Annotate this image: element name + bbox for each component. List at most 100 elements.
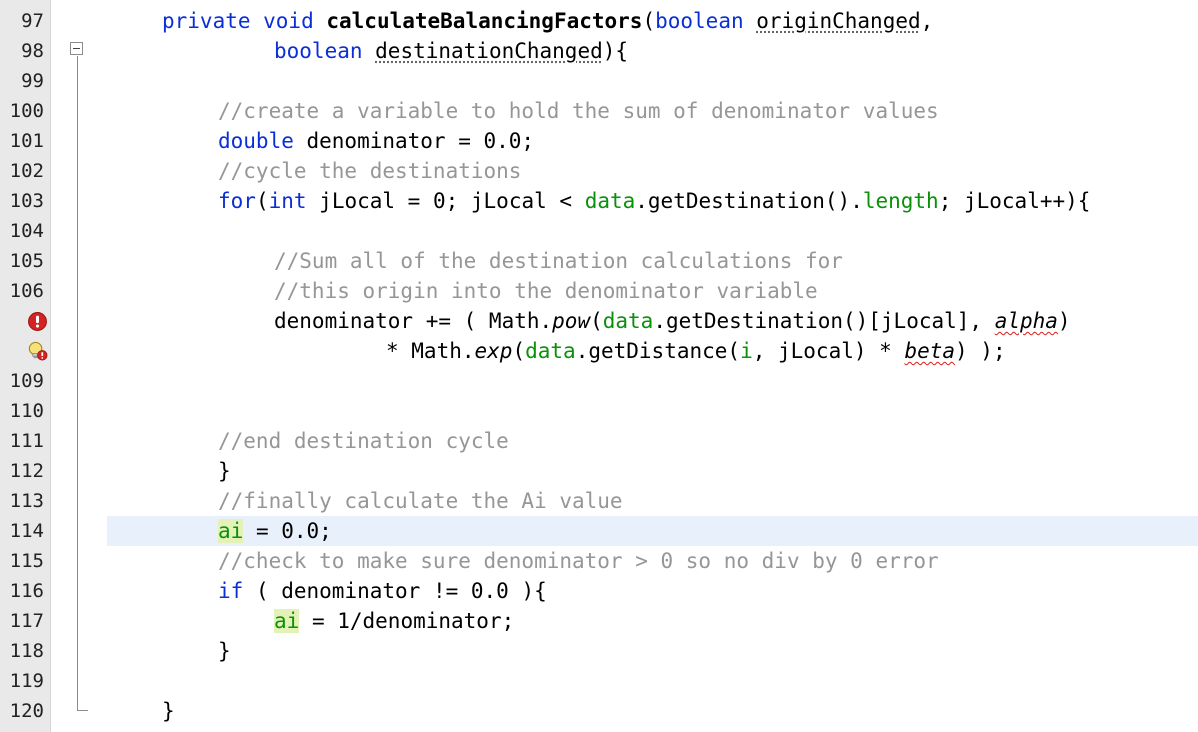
code-text: = 0.0; <box>243 519 332 543</box>
keyword: if <box>218 579 244 603</box>
line-number: 109 <box>9 370 44 392</box>
code-line-111[interactable]: 111 //end destination cycle <box>0 426 1198 456</box>
punct: ){ <box>602 39 629 63</box>
code-text: jLocal = 0; jLocal < <box>306 189 585 213</box>
method-call: pow <box>552 309 591 333</box>
code-line-106[interactable]: 106 //this origin into the denominator v… <box>0 276 1198 306</box>
line-number: 105 <box>9 250 44 272</box>
field-ref: data <box>602 309 654 333</box>
keyword: boolean <box>655 9 757 33</box>
code-text: .getDistance( <box>575 339 741 363</box>
code-line-99[interactable]: 99 <box>0 66 1198 96</box>
line-code: ai = 0.0; <box>218 516 332 546</box>
line-code: private void calculateBalancingFactors(b… <box>162 6 933 36</box>
code-line-105[interactable]: 105 //Sum all of the destination calcula… <box>0 246 1198 276</box>
code-line-120[interactable]: 120 } <box>0 696 1198 726</box>
code-line-102[interactable]: 102 //cycle the destinations <box>0 156 1198 186</box>
code-text: denominator = 0.0; <box>293 129 535 153</box>
line-number: 100 <box>9 100 44 122</box>
line-code: double denominator = 0.0; <box>218 126 534 156</box>
code-line-100[interactable]: 100 //create a variable to hold the sum … <box>0 96 1198 126</box>
code-text: ( <box>512 339 526 363</box>
code-line-97[interactable]: 97 private void calculateBalancingFactor… <box>0 6 1198 36</box>
line-number: 99 <box>21 70 44 92</box>
code-line-107[interactable]: denominator += ( Math.pow(data.getDestin… <box>0 306 1198 336</box>
code-line-104[interactable]: 104 <box>0 216 1198 246</box>
code-line-110[interactable]: 110 <box>0 396 1198 426</box>
code-line-118[interactable]: 118 } <box>0 636 1198 666</box>
line-number: 115 <box>9 550 44 572</box>
code-line-116[interactable]: 116 if ( denominator != 0.0 ){ <box>0 576 1198 606</box>
code-text: } <box>162 699 175 723</box>
code-line-101[interactable]: 101 double denominator = 0.0; <box>0 126 1198 156</box>
comment: //this origin into the denominator varia… <box>274 279 818 303</box>
comment: //check to make sure denominator > 0 so … <box>218 549 939 573</box>
unused-param: originChanged <box>756 9 921 33</box>
code-text: .getDestination(). <box>635 189 863 213</box>
code-text: ( <box>255 189 269 213</box>
comment: //create a variable to hold the sum of d… <box>218 99 939 123</box>
field-ref: i <box>740 339 753 363</box>
code-line-119[interactable]: 119 <box>0 666 1198 696</box>
keyword: boolean <box>274 39 376 63</box>
error-symbol: beta <box>904 339 956 363</box>
line-number: 116 <box>9 580 44 602</box>
code-text: } <box>218 639 231 663</box>
keyword: private void <box>162 9 327 33</box>
comment: //Sum all of the destination calculation… <box>274 249 843 273</box>
field-occurrence: ai <box>218 519 244 543</box>
method-name: calculateBalancingFactors <box>326 9 643 33</box>
error-symbol: alpha <box>994 309 1058 333</box>
code-text: = 1/denominator; <box>299 609 515 633</box>
paren: ( <box>642 9 656 33</box>
code-text: , jLocal) * <box>752 339 905 363</box>
comment: //finally calculate the Ai value <box>218 489 623 513</box>
code-text: ( denominator != 0.0 ){ <box>243 579 547 603</box>
line-number: 117 <box>9 610 44 632</box>
line-number: 97 <box>21 10 44 32</box>
line-number: 110 <box>9 400 44 422</box>
code-line-115[interactable]: 115 //check to make sure denominator > 0… <box>0 546 1198 576</box>
keyword: double <box>218 129 294 153</box>
field-occurrence: ai <box>274 609 300 633</box>
code-editor[interactable]: 97 private void calculateBalancingFactor… <box>0 0 1198 732</box>
hint-bulb-error-icon[interactable] <box>27 341 48 362</box>
code-text: * Math. <box>386 339 475 363</box>
line-code: for(int jLocal = 0; jLocal < data.getDes… <box>218 186 1090 216</box>
code-text: } <box>218 459 231 483</box>
code-line-117[interactable]: 117 ai = 1/denominator; <box>0 606 1198 636</box>
comment: //end destination cycle <box>218 429 509 453</box>
code-text: ) <box>1057 309 1071 333</box>
line-number: 101 <box>9 130 44 152</box>
code-text: denominator += ( Math. <box>274 309 553 333</box>
error-icon[interactable] <box>27 311 48 332</box>
method-call: exp <box>474 339 513 363</box>
line-code: denominator += ( Math.pow(data.getDestin… <box>274 306 1071 336</box>
line-code: * Math.exp(data.getDistance(i, jLocal) *… <box>386 336 1006 366</box>
line-number: 114 <box>9 520 44 542</box>
code-line-98[interactable]: 98 boolean destinationChanged){ <box>0 36 1198 66</box>
field-ref: data <box>525 339 576 363</box>
line-code: ai = 1/denominator; <box>274 606 514 636</box>
code-text: ; jLocal++){ <box>938 189 1091 213</box>
line-number: 103 <box>9 190 44 212</box>
line-number: 106 <box>9 280 44 302</box>
line-number: 104 <box>9 220 44 242</box>
keyword: for <box>218 189 256 213</box>
code-line-113[interactable]: 113 //finally calculate the Ai value <box>0 486 1198 516</box>
line-number: 119 <box>9 670 44 692</box>
unused-param: destinationChanged <box>375 39 603 63</box>
comment: //cycle the destinations <box>218 159 522 183</box>
code-line-109[interactable]: 109 <box>0 366 1198 396</box>
code-line-103[interactable]: 103 for(int jLocal = 0; jLocal < data.ge… <box>0 186 1198 216</box>
field-ref: data <box>584 189 636 213</box>
punct: , <box>920 9 934 33</box>
line-number: 113 <box>9 490 44 512</box>
code-line-108[interactable]: * Math.exp(data.getDistance(i, jLocal) *… <box>0 336 1198 366</box>
line-number: 120 <box>9 700 44 722</box>
line-number: 112 <box>9 460 44 482</box>
code-line-112[interactable]: 112 } <box>0 456 1198 486</box>
line-number: 111 <box>9 430 44 452</box>
line-code: if ( denominator != 0.0 ){ <box>218 576 547 606</box>
code-line-114-current[interactable]: 114 ai = 0.0; <box>0 516 1198 546</box>
